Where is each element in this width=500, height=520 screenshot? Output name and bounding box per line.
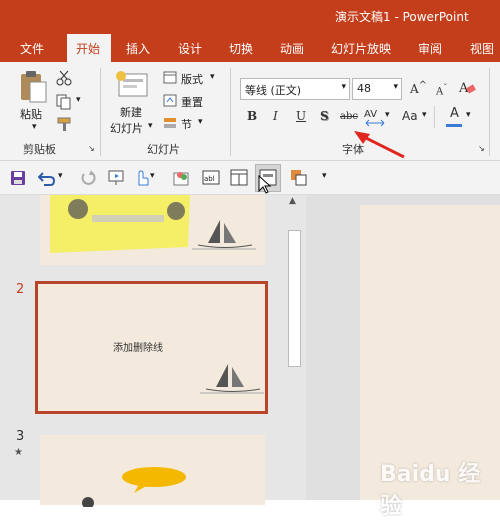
font-color-button[interactable]: A [450,106,459,121]
tab-transitions[interactable]: 切换 [229,40,253,57]
section-button[interactable]: 节 [181,116,192,132]
mouse-cursor-icon [258,175,272,194]
sailboat-icon [200,364,264,394]
new-slide-label-1[interactable]: 新建 [120,104,142,120]
tab-review[interactable]: 审阅 [418,40,442,57]
reset-button[interactable]: 重置 [181,94,203,110]
slide-layout-icon[interactable] [230,169,248,187]
paste-dropdown-icon[interactable]: ▾ [32,122,37,132]
reset-icon[interactable] [163,94,177,107]
cut-icon[interactable] [56,70,72,86]
window-title: 演示文稿1 - PowerPoint [335,10,469,24]
svg-text:AV: AV [364,109,377,120]
new-slide-dropdown-icon[interactable]: ▾ [148,121,153,131]
tab-animations[interactable]: 动画 [280,40,304,57]
svg-text:abl: abl [204,175,215,183]
tab-slideshow[interactable]: 幻灯片放映 [331,40,391,57]
group-clipboard-label: 剪贴板 [23,143,56,156]
customize-qat-icon[interactable]: ▾ [322,171,327,181]
section-dropdown-icon[interactable]: ▾ [198,117,203,127]
redo-icon[interactable] [80,170,96,186]
slide-2-text: 添加删除线 [113,343,163,354]
tab-insert[interactable]: 插入 [126,40,150,57]
separator [489,68,490,156]
highlighted-banner [50,195,190,253]
scroll-thumb[interactable] [288,230,301,367]
font-name-value: 等线 (正文) [245,84,302,97]
group-slides-label: 幻灯片 [147,143,180,156]
tab-design[interactable]: 设计 [178,40,202,57]
animation-star-icon: ★ [14,447,23,458]
bold-button[interactable]: B [247,109,257,123]
slide-editor-pane [306,195,500,500]
clipboard-launcher-icon[interactable]: ↘ [88,144,95,153]
font-launcher-icon[interactable]: ↘ [478,144,485,153]
layout-icon[interactable] [163,71,177,84]
slide-number-3: 3 [16,429,25,444]
thumbnail-pane: 2 添加删除线 3 ★ [0,195,306,507]
quick-access-toolbar: ▾ ▾ abl ▾ [0,161,500,195]
italic-button[interactable]: I [273,109,278,123]
layout-button[interactable]: 版式 [181,71,203,87]
clear-formatting-icon[interactable]: A [458,78,476,96]
save-icon[interactable] [10,170,26,186]
copy-icon[interactable] [56,94,72,110]
tab-home[interactable]: 开始 [76,40,100,57]
undo-dropdown-icon[interactable]: ▾ [58,171,63,181]
font-size-value: 48 [357,82,371,95]
annotation-arrow [354,131,405,159]
touch-mode-icon[interactable] [133,169,149,187]
layout-dropdown-icon[interactable]: ▾ [210,72,215,82]
chevron-down-icon: ▾ [341,82,346,92]
new-slide-label-2[interactable]: 幻灯片 [110,120,143,136]
presentation-icon[interactable] [108,170,128,186]
format-painter-icon[interactable] [56,116,74,132]
speech-bubble-icon [122,467,186,493]
shrink-font-icon[interactable]: Aˇ [436,82,447,97]
thumbnail-scrollbar[interactable]: ▲ [285,195,303,500]
separator [434,106,435,128]
tab-view[interactable]: 视图 [470,40,494,57]
strikethrough-button[interactable]: abc [340,111,358,122]
font-size-dropdown[interactable]: 48 ▾ [352,78,402,100]
person-icon [82,497,94,507]
font-name-dropdown[interactable]: 等线 (正文) ▾ [240,78,350,100]
arrange-icon[interactable] [290,169,308,187]
copy-dropdown-icon[interactable]: ▾ [76,95,81,105]
underline-button[interactable]: U [296,109,306,123]
insert-picture-icon[interactable] [172,169,190,187]
touch-dropdown-icon[interactable]: ▾ [150,171,155,181]
slide-number-2: 2 [16,282,25,297]
undo-icon[interactable] [38,170,56,186]
tab-file[interactable]: 文件 [20,40,44,57]
color-dropdown-icon[interactable]: ▾ [466,110,471,120]
slide-thumbnail-3[interactable] [40,435,265,507]
separator [230,68,231,156]
font-color-bar [446,124,462,127]
chevron-down-icon: ▾ [393,82,398,92]
scroll-up-icon[interactable]: ▲ [289,196,296,206]
case-dropdown-icon[interactable]: ▾ [422,110,427,120]
slide-thumbnail-2[interactable]: 添加删除线 [35,281,268,414]
change-case-button[interactable]: Aa [402,109,418,123]
spacing-dropdown-icon[interactable]: ▾ [385,110,390,120]
section-icon[interactable] [163,116,177,129]
paste-icon[interactable] [18,70,48,104]
title-bar: 演示文稿1 - PowerPoint [0,0,500,34]
new-slide-icon[interactable] [115,70,149,100]
separator [100,68,101,156]
watermark: Baidu 经验 [380,462,481,519]
ribbon: 粘贴 ▾ ▾ 剪贴板 ↘ 新建 幻灯片 ▾ 版式 ▾ 重置 节 ▾ 幻灯片 等线… [0,62,500,161]
text-box-icon[interactable]: abl [202,170,220,185]
shadow-button[interactable]: S [320,109,329,123]
sailboat-icon [192,220,256,250]
paste-label[interactable]: 粘贴 [20,106,42,122]
grow-font-icon[interactable]: A^ [410,80,427,96]
slide-thumbnail-1[interactable] [40,195,265,265]
